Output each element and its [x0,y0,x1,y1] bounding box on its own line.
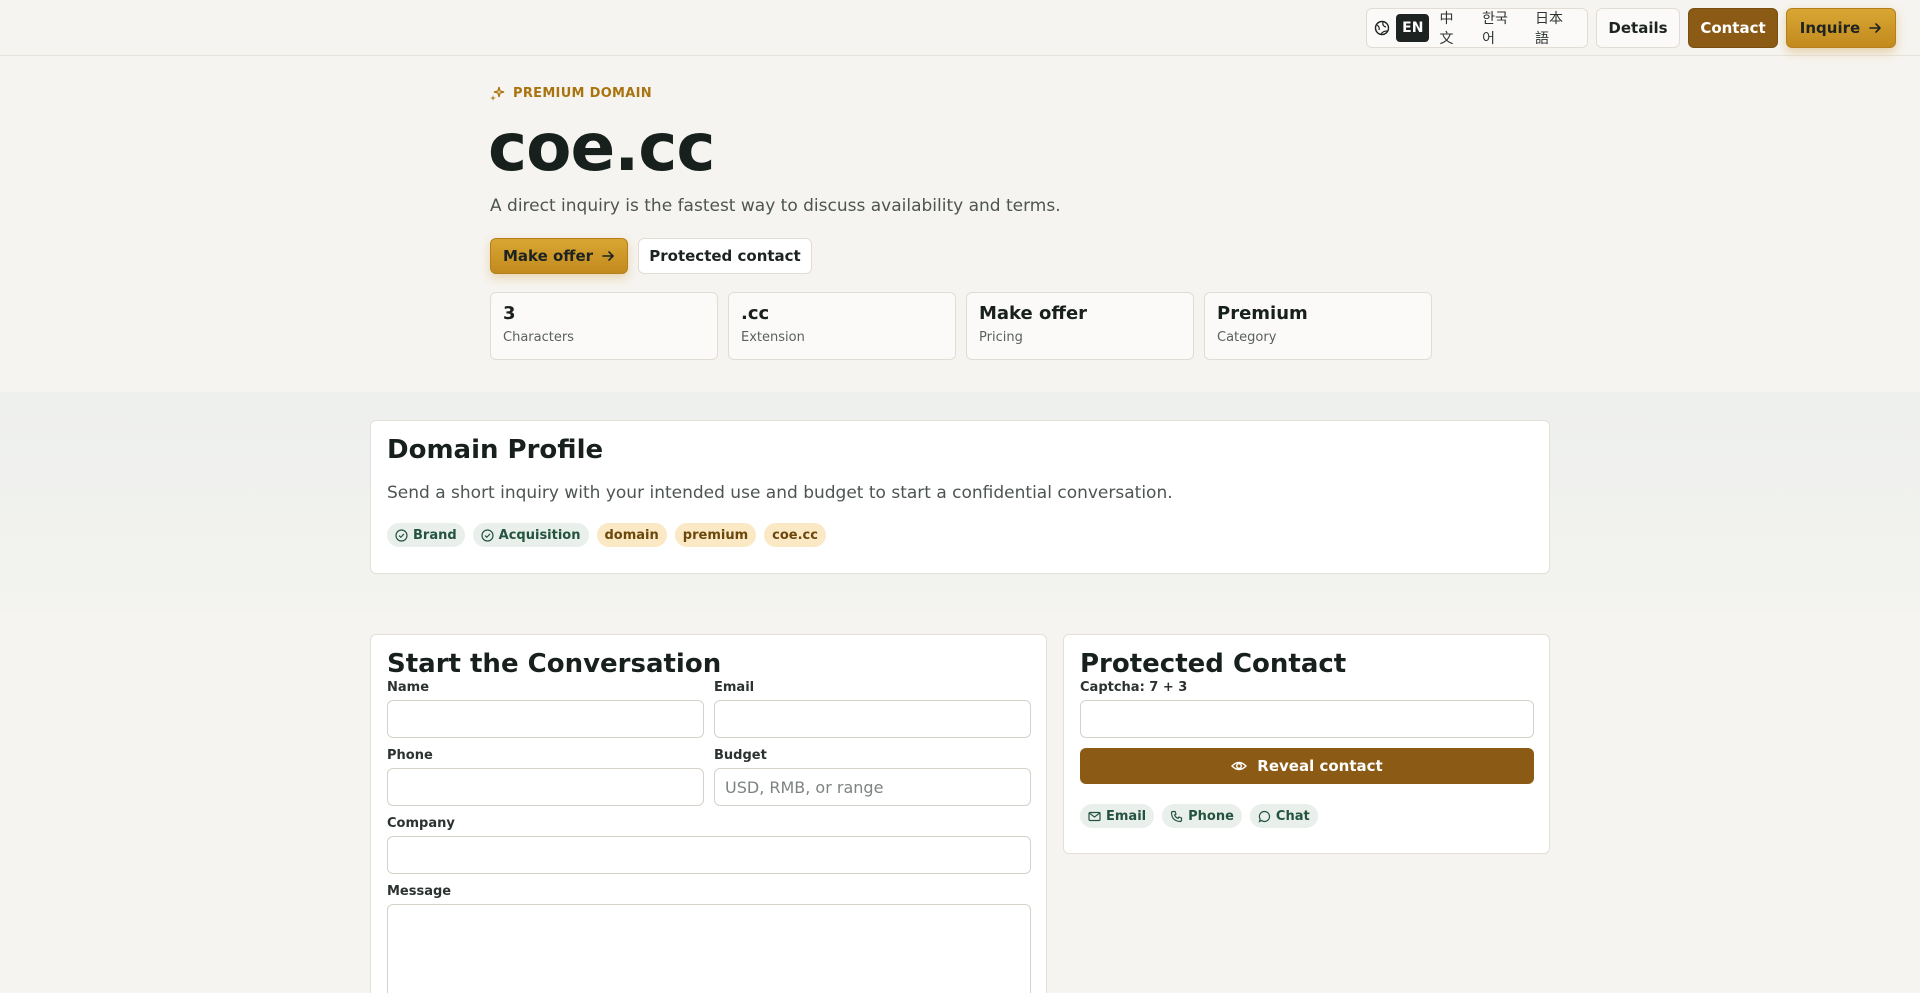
tag-domain: domain [596,523,667,547]
chip-label: Chat [1275,808,1310,824]
stat-value: Make offer [979,303,1088,324]
name-label: Name [387,680,430,695]
email-field[interactable] [714,700,1031,738]
captcha-field[interactable] [1080,700,1534,738]
eyebrow-label: PREMIUM DOMAIN [513,86,652,101]
globe-icon [1373,19,1390,37]
profile-description: Send a short inquiry with your intended … [387,483,1173,503]
company-label: Company [387,816,455,831]
reveal-contact-button[interactable]: Reveal contact [1080,748,1534,784]
arrow-right-icon [601,249,615,263]
stat-value: Premium [1217,303,1308,324]
stat-label: Category [1217,330,1277,345]
inquire-button-label: Inquire [1799,19,1861,37]
tag-list: Brand Acquisition domain premium coe.cc [387,523,826,547]
contact-title: Protected Contact [1080,649,1347,679]
protected-contact-card: Protected Contact Captcha: 7 + 3 Reveal … [1063,634,1550,854]
tag-label: Acquisition [498,527,581,543]
lang-ko-button[interactable]: 한국어 [1476,11,1525,47]
arrow-right-icon [1868,21,1882,35]
make-offer-label: Make offer [502,247,594,265]
lang-en-button[interactable]: EN [1396,14,1430,42]
lang-zh-button[interactable]: 中文 [1433,11,1472,47]
inquire-button[interactable]: Inquire [1786,8,1896,48]
eyebrow: PREMIUM DOMAIN [490,86,652,101]
budget-field[interactable] [714,768,1031,806]
chat-icon [1258,810,1271,823]
budget-label: Budget [714,748,767,763]
page-title: coe.cc [488,109,716,186]
chip-label: Phone [1188,808,1234,824]
phone-label: Phone [387,748,433,763]
domain-profile-card: Domain Profile Send a short inquiry with… [370,420,1550,574]
captcha-label: Captcha: 7 + 3 [1080,680,1188,695]
eye-icon [1231,758,1248,774]
hero-subtitle: A direct inquiry is the fastest way to d… [490,196,1061,216]
chip-chat[interactable]: Chat [1249,804,1318,828]
mail-icon [1088,810,1101,823]
reveal-contact-label: Reveal contact [1257,757,1383,775]
stat-characters: 3 Characters [490,292,718,360]
tag-label: Brand [413,527,457,543]
stat-value: 3 [503,303,516,324]
stat-label: Pricing [979,330,1023,345]
make-offer-button[interactable]: Make offer [490,238,628,274]
check-circle-icon [481,528,494,542]
profile-title: Domain Profile [387,435,604,465]
stat-pricing: Make offer Pricing [966,292,1194,360]
phone-field[interactable] [387,768,704,806]
email-label: Email [714,680,755,695]
stat-category: Premium Category [1204,292,1432,360]
company-field[interactable] [387,836,1031,874]
chip-phone[interactable]: Phone [1162,804,1242,828]
contact-method-list: Email Phone Chat [1080,804,1318,828]
message-field[interactable] [387,904,1031,993]
stat-extension: .cc Extension [728,292,956,360]
sparkle-icon [490,86,505,101]
tag-acquisition: Acquisition [472,523,589,547]
name-field[interactable] [387,700,704,738]
message-label: Message [387,884,452,899]
tag-premium: premium [674,523,757,547]
stat-label: Extension [741,330,805,345]
lang-ja-button[interactable]: 日本語 [1529,11,1581,47]
inquiry-form-card: Start the Conversation Name Email Phone … [370,634,1047,993]
phone-icon [1170,810,1183,823]
stat-label: Characters [503,330,574,345]
details-button[interactable]: Details [1596,8,1680,48]
chip-email[interactable]: Email [1080,804,1155,828]
tag-brand: Brand [387,523,465,547]
contact-button[interactable]: Contact [1688,8,1778,48]
protected-contact-button[interactable]: Protected contact [638,238,812,274]
stat-value: .cc [741,303,770,324]
check-circle-icon [395,528,408,542]
tag-coe-cc: coe.cc [764,523,826,547]
chip-label: Email [1106,808,1147,824]
language-switcher: EN 中文 한국어 日本語 [1366,8,1588,48]
form-title: Start the Conversation [387,649,722,679]
top-bar: EN 中文 한국어 日本語 Details Contact Inquire [0,0,1920,56]
